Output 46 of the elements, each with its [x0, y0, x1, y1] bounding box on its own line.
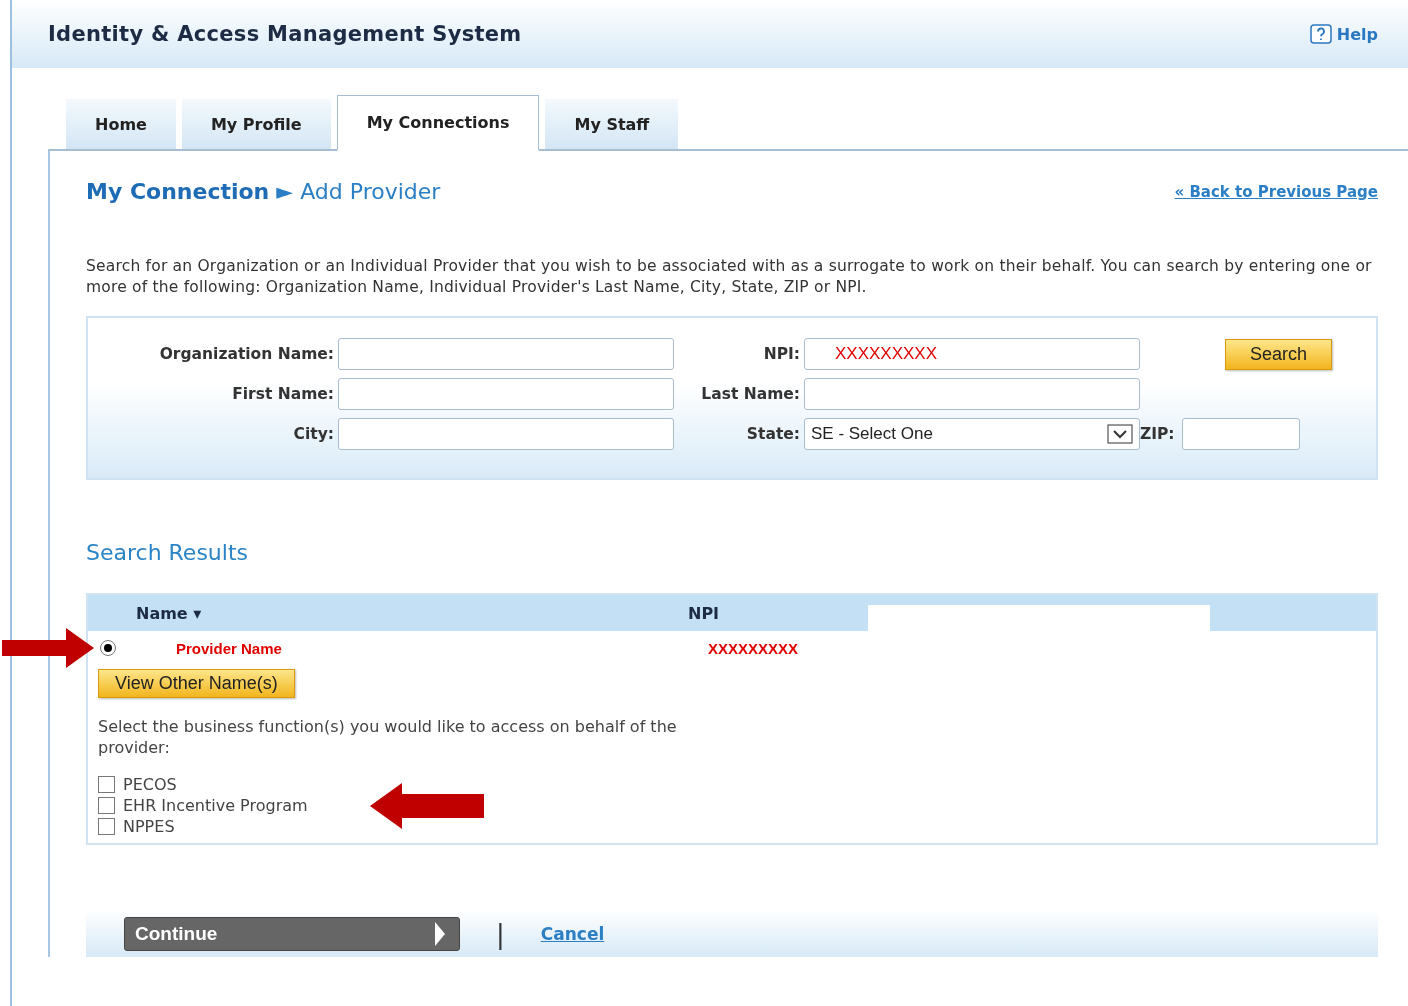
input-field[interactable]: [1181, 418, 1300, 450]
nav-tab[interactable]: My Staff: [545, 99, 679, 149]
continue-button[interactable]: Continue: [124, 917, 460, 951]
checkbox[interactable]: [98, 776, 115, 793]
checkbox[interactable]: [98, 797, 115, 814]
arrow-icon: [2, 628, 94, 668]
checkbox-label: PECOS: [123, 775, 177, 794]
field-label: State:: [745, 425, 801, 443]
field-label: NPI:: [762, 345, 801, 363]
intro-text: Search for an Organization or an Individual Provider that you wish to be associated with as a surrogate to work on their behalf. You can search by entering one or more of the following: Organization Name, Individual Provider's Last Name, City, State, ZIP or NPI.: [86, 256, 1373, 298]
checkbox-label: NPPES: [123, 817, 175, 836]
nav-tab[interactable]: My Connections: [336, 95, 540, 151]
view-names-button[interactable]: View Other Name(s): [98, 669, 295, 698]
input-field[interactable]: [338, 418, 674, 450]
field-label: Organization Name:: [158, 345, 335, 363]
back-link[interactable]: « Back to Previous Page: [1174, 182, 1378, 201]
section-title: Search Results: [86, 540, 249, 565]
caret-icon: [1107, 424, 1133, 444]
arrow-icon: [369, 782, 484, 829]
help-icon: [1309, 24, 1332, 44]
checkbox-label: EHR Incentive Program: [123, 796, 308, 815]
nav-tab[interactable]: Home: [66, 99, 176, 149]
table-cell-text: Provider Name: [175, 639, 283, 657]
checkbox[interactable]: [98, 818, 115, 835]
prompt-text: Select the business function(s) you would like to access on behalf of the provider:: [98, 716, 678, 758]
search-button[interactable]: Search: [1224, 338, 1332, 370]
input-field[interactable]: [338, 378, 674, 410]
app-title: Identity & Access Management System: [48, 22, 522, 46]
breadcrumb: My Connection ► Add Provider: [86, 179, 441, 204]
field-label: Last Name:: [700, 385, 801, 403]
help-link[interactable]: Help: [1309, 24, 1378, 44]
column-header: NPI: [688, 603, 720, 623]
field-label: City:: [292, 425, 335, 443]
cancel-link[interactable]: Cancel: [540, 924, 605, 944]
radio-button[interactable]: [100, 640, 116, 656]
chevron-icon: [435, 922, 445, 946]
input-field[interactable]: [338, 338, 674, 370]
column-header[interactable]: Name ▾: [88, 603, 688, 623]
field-label: First Name:: [231, 385, 335, 403]
nav-tab[interactable]: My Profile: [181, 99, 331, 149]
table-cell: XXXXXXXXX: [708, 639, 799, 657]
field-label: ZIP:: [1140, 425, 1176, 443]
separator: |: [496, 919, 505, 949]
input-field[interactable]: XXXXXXXXX: [804, 338, 1140, 370]
input-field[interactable]: [804, 378, 1140, 410]
state-dropdown[interactable]: SE - Select One: [804, 418, 1140, 450]
